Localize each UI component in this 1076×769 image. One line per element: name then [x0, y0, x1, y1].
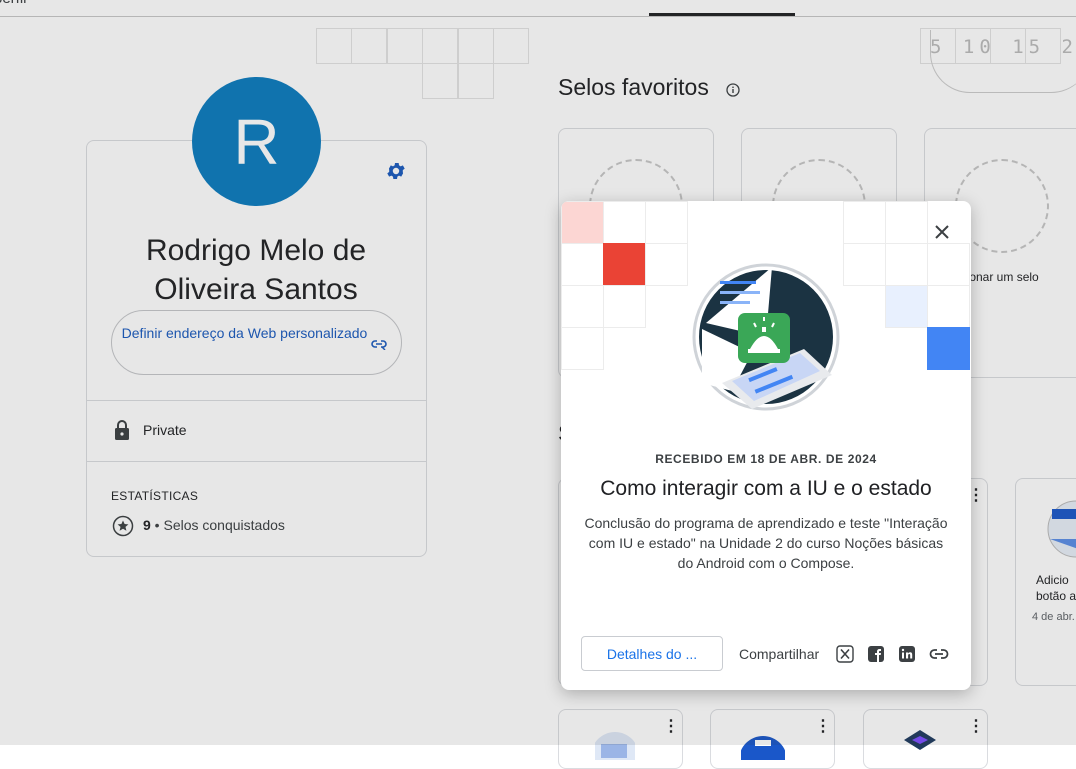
decor-cell — [561, 285, 604, 328]
decor-cell — [603, 285, 646, 328]
details-button[interactable]: Detalhes do ... — [581, 636, 723, 671]
decor-cell — [927, 285, 970, 328]
badge-title: Como interagir com a IU e o estado — [600, 477, 932, 500]
badge-image — [692, 263, 840, 411]
profile-page: perfil 5 10 15 2 R Rodrigo Melo de Olive… — [0, 0, 1076, 769]
decor-cell — [927, 243, 970, 286]
decor-cell — [927, 327, 970, 370]
decor-cell — [885, 243, 928, 286]
decor-cell — [843, 201, 886, 244]
share-label: Compartilhar — [739, 646, 820, 662]
decor-cell — [645, 243, 688, 286]
decor-cell — [885, 201, 928, 244]
decor-cell — [843, 243, 886, 286]
link-share-icon[interactable] — [929, 645, 949, 663]
badge-details-dialog: RECEBIDO EM 18 DE ABR. DE 2024 Como inte… — [561, 201, 971, 690]
linkedin-icon[interactable] — [898, 645, 916, 663]
x-icon[interactable] — [836, 645, 854, 663]
decor-cell — [603, 243, 646, 286]
decor-cell — [603, 201, 646, 244]
decor-cell — [561, 243, 604, 286]
decor-cell — [885, 285, 928, 328]
decor-cell — [561, 327, 604, 370]
close-button[interactable] — [927, 217, 957, 247]
badge-description: Conclusão do programa de aprendizado e t… — [584, 515, 948, 571]
decor-cell — [645, 201, 688, 244]
received-date: RECEBIDO EM 18 DE ABR. DE 2024 — [655, 452, 877, 466]
facebook-icon[interactable] — [867, 645, 885, 663]
decor-cell — [561, 201, 604, 244]
close-icon — [935, 225, 949, 239]
